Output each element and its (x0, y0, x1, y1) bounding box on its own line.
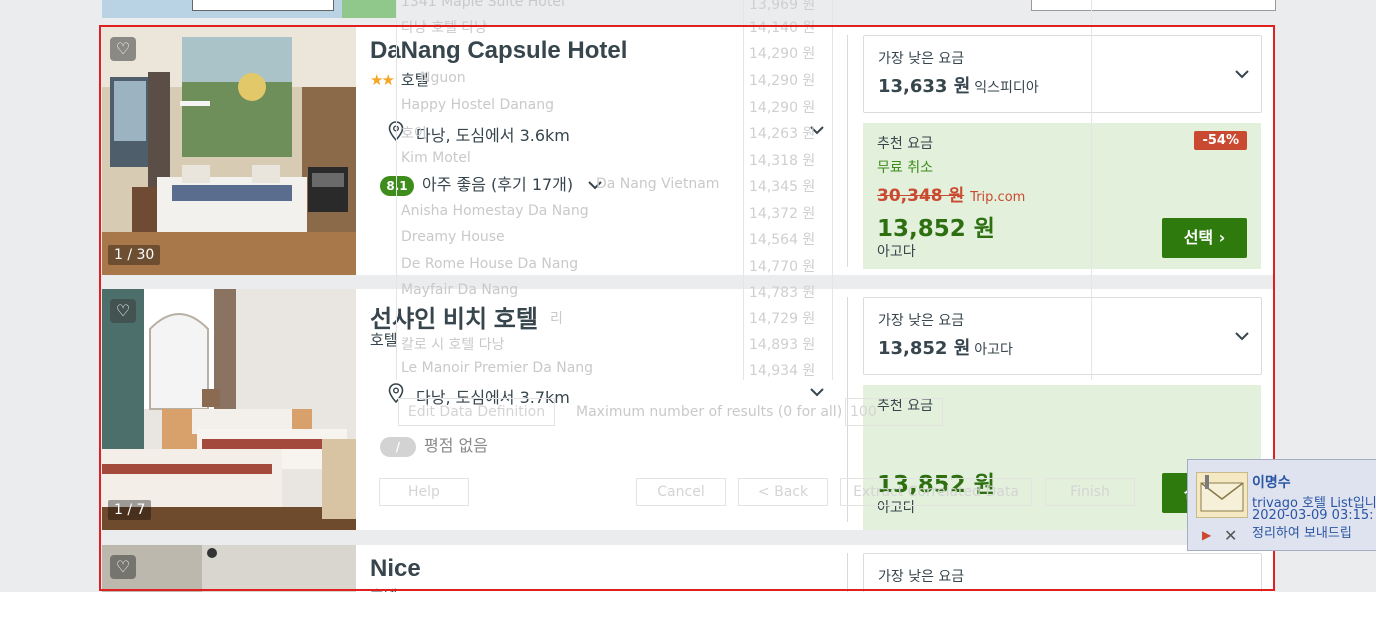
rating-badge: / (380, 437, 416, 457)
deals-chevron-down-icon[interactable] (1235, 326, 1249, 345)
hotel-type: 호텔 (370, 331, 398, 349)
hotel-photo[interactable]: ♡ 1 / 7 (102, 289, 356, 530)
overlay-back-button[interactable]: < Back (738, 478, 828, 506)
overlay-extract-button[interactable]: Extract Correlated Data (840, 478, 1032, 506)
lowest-price-site: 익스피디아 (974, 80, 1039, 96)
favorite-heart-icon[interactable]: ♡ (110, 37, 136, 61)
recommended-site: 아고다 (877, 244, 916, 260)
lowest-price-box[interactable]: 가장 낮은 요금 13,633 원 익스피디아 (863, 35, 1262, 113)
deals-chevron-down-icon[interactable] (1235, 64, 1249, 83)
flag-icon[interactable]: ▶ (1202, 528, 1211, 542)
location-chevron-down-icon[interactable] (810, 385, 824, 401)
lowest-price-box[interactable]: 가장 낮은 요금 13,852 원 아고다 (863, 297, 1262, 375)
original-price-site: Trip.com (970, 190, 1026, 205)
lowest-price-box[interactable]: 가장 낮은 요금 (863, 553, 1262, 592)
hotel-type: 호텔 (400, 71, 429, 89)
recommended-label: 추천 요금 (877, 136, 933, 152)
lowest-price-site: 아고다 (974, 342, 1013, 358)
overlay-column-divider (743, 0, 744, 380)
rating-text: 아주 좋음 (후기 17개) (422, 175, 574, 194)
discount-badge: -54% (1194, 131, 1247, 150)
map-park-area (342, 0, 396, 18)
free-cancellation: 무료 취소 (877, 160, 933, 176)
hotel-rating[interactable]: 8.1 아주 좋음 (후기 17개) (380, 171, 602, 196)
location-chevron-down-icon[interactable] (810, 123, 824, 139)
page-bottom-strip (0, 592, 1376, 617)
lowest-price-label: 가장 낮은 요금 (878, 313, 965, 329)
overlay-cancel-button[interactable]: Cancel (636, 478, 726, 506)
notification-time: 2020-03-09 03:15: (1252, 508, 1374, 523)
star-rating-icon: ★★ (370, 71, 395, 89)
hotel-card-1[interactable]: ♡ 1 / 30 DaNang Capsule Hotel ★★ 호텔 다낭, 도… (102, 27, 1274, 275)
original-price: 30,348 원 Trip.com (877, 186, 1026, 206)
overlay-column-divider (396, 0, 397, 380)
hotel-room-image (102, 545, 356, 592)
recommended-price: 13,852 원 (877, 216, 995, 242)
favorite-heart-icon[interactable]: ♡ (110, 299, 136, 323)
photo-counter: 1 / 7 (108, 500, 152, 520)
overlay-column-divider (832, 0, 833, 380)
overlay-max-results-input[interactable]: 100 (845, 398, 943, 426)
rating-chevron-down-icon[interactable] (588, 175, 602, 194)
hotel-type: 호텔 (370, 585, 398, 592)
notification-preview: 정리하여 보내드립 (1252, 526, 1352, 541)
rating-text: 평점 없음 (424, 436, 488, 455)
hotel-room-image (102, 27, 356, 275)
photo-counter: 1 / 30 (108, 245, 161, 265)
hotel-rating: / 평점 없음 (380, 432, 488, 457)
mail-notification[interactable]: 이명수 trivago 호텔 List입니 2020-03-09 03:15: … (1187, 459, 1376, 551)
favorite-heart-icon[interactable]: ♡ (110, 555, 136, 579)
map-search-box[interactable] (192, 0, 334, 11)
select-button[interactable]: 선택 › (1162, 218, 1247, 258)
chevron-right-icon: › (1218, 228, 1226, 247)
hotel-name[interactable]: DaNang Capsule Hotel (370, 37, 627, 65)
hotel-stars: ★★ 호텔 (370, 69, 429, 90)
lowest-price-label: 가장 낮은 요금 (878, 569, 965, 585)
lowest-price-value: 13,852 원 아고다 (878, 338, 1013, 359)
overlay-finish-button[interactable]: Finish (1045, 478, 1135, 506)
lowest-price-value: 13,633 원 익스피디아 (878, 76, 1039, 97)
close-icon[interactable]: ✕ (1224, 526, 1237, 545)
overlay-scrollbar[interactable] (1091, 0, 1092, 380)
hotel-card-3[interactable]: ♡ Nice 호텔 가장 낮은 요금 (102, 545, 1274, 592)
overlay-edit-data-definition-button[interactable]: Edit Data Definition (398, 398, 555, 426)
hotel-room-image (102, 289, 356, 530)
lowest-price-label: 가장 낮은 요금 (878, 51, 965, 67)
rating-badge: 8.1 (380, 176, 414, 196)
card-divider (847, 35, 848, 267)
hotel-photo[interactable]: ♡ (102, 545, 356, 592)
envelope-icon (1196, 472, 1248, 518)
hotel-location[interactable]: 다낭, 도심에서 3.6km (388, 121, 570, 146)
hotel-photo[interactable]: ♡ 1 / 30 (102, 27, 356, 275)
sort-dropdown[interactable] (1031, 0, 1276, 11)
overlay-help-button[interactable]: Help (379, 478, 469, 506)
card-divider (847, 553, 848, 592)
map-thumbnail[interactable] (102, 0, 396, 18)
notification-sender: 이명수 (1252, 475, 1291, 491)
location-text: 다낭, 도심에서 3.6km (416, 126, 570, 145)
recommended-deal-box[interactable]: 추천 요금 -54% 무료 취소 30,348 원 Trip.com 13,852… (863, 123, 1261, 269)
hotel-name[interactable]: Nice (370, 555, 421, 583)
